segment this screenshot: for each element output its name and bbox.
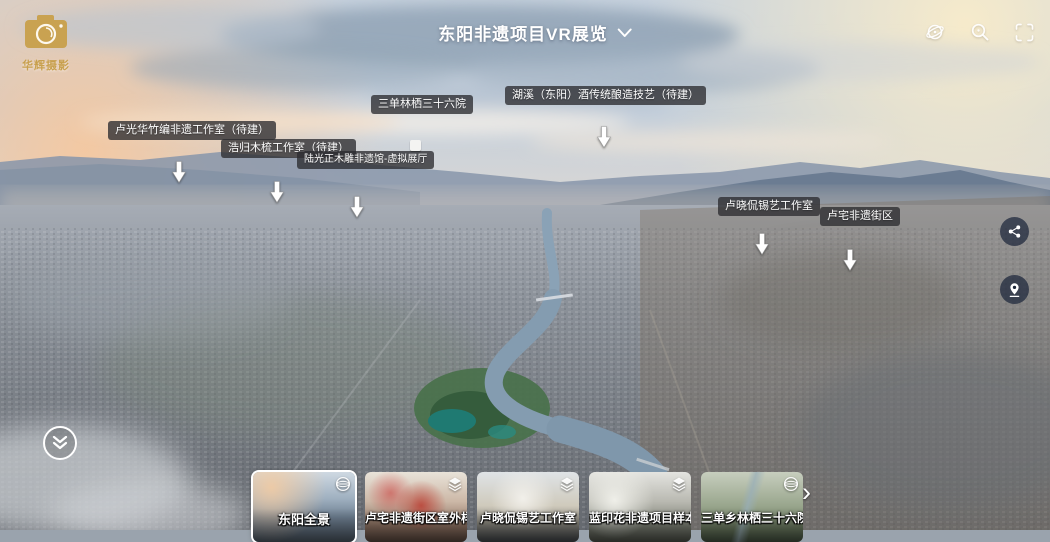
layers-icon — [559, 476, 575, 492]
globe-360-icon — [335, 476, 351, 492]
globe-360-icon — [783, 476, 799, 492]
hotspot-screen-icon[interactable] — [410, 140, 421, 151]
toolbar — [925, 22, 1034, 42]
layers-icon — [447, 476, 463, 492]
share-icon — [1007, 224, 1022, 239]
panorama-background[interactable] — [0, 0, 1050, 530]
carousel-item-luzhai-street[interactable]: 卢宅非遗街区室外样 — [365, 472, 467, 542]
collapse-thumbnails-button[interactable] — [43, 426, 77, 460]
down-arrow-icon[interactable] — [172, 161, 186, 183]
down-arrow-icon[interactable] — [755, 233, 769, 255]
header-title-group[interactable]: 东阳非遗项目VR展览 — [438, 20, 632, 45]
location-icon — [1007, 282, 1022, 298]
thumbnail-label: 卢晓侃锡艺工作室 — [477, 509, 579, 526]
hotspot-label[interactable]: 三单林栖三十六院 — [371, 95, 473, 114]
scene-carousel: 东阳全景 卢宅非遗街区室外样 卢晓侃锡艺工作室 蓝印花非遗项目样本 — [253, 472, 803, 542]
page-title: 东阳非遗项目VR展览 — [438, 20, 608, 45]
thumbnail-label: 三单乡林栖三十六院 — [701, 509, 803, 526]
search-icon[interactable] — [970, 22, 990, 42]
hotspot-label[interactable]: 卢晓侃锡艺工作室 — [718, 197, 820, 216]
share-button[interactable] — [1000, 217, 1029, 246]
down-arrow-icon[interactable] — [270, 181, 284, 203]
thumbnail-label: 蓝印花非遗项目样本 — [589, 509, 691, 526]
fullscreen-icon[interactable] — [1015, 23, 1034, 42]
hotspot-label[interactable]: 卢宅非遗街区 — [820, 207, 900, 226]
down-arrow-icon[interactable] — [843, 249, 857, 271]
brand-name: 华辉摄影 — [16, 57, 76, 73]
carousel-item-luxiaokan-studio[interactable]: 卢晓侃锡艺工作室 — [477, 472, 579, 542]
hotspot-label[interactable]: 卢光华竹编非遗工作室（待建） — [108, 121, 276, 140]
down-arrow-icon[interactable] — [597, 126, 611, 148]
carousel-next-button[interactable]: › — [802, 479, 811, 506]
brand-logo[interactable]: 华辉摄影 — [16, 14, 76, 73]
double-chevron-down-icon — [52, 436, 68, 450]
viewpoint-button[interactable] — [1000, 275, 1029, 304]
carousel-item-dongyang-panorama[interactable]: 东阳全景 — [253, 472, 355, 542]
down-arrow-icon[interactable] — [350, 196, 364, 218]
thumbnail-label: 东阳全景 — [253, 509, 355, 528]
hotspot-label[interactable]: 湖溪（东阳）酒传统酿造技艺（待建） — [505, 86, 706, 105]
thumbnail-label: 卢宅非遗街区室外样 — [365, 509, 467, 526]
carousel-item-sandan-linqi[interactable]: 三单乡林栖三十六院 — [701, 472, 803, 542]
layers-icon — [671, 476, 687, 492]
hotspot-label[interactable]: 陆光正木雕非遗馆-虚拟展厅 — [297, 151, 434, 169]
carousel-item-lanyinhua-samples[interactable]: 蓝印花非遗项目样本 — [589, 472, 691, 542]
gyroscope-icon[interactable] — [925, 22, 945, 42]
camera-icon — [23, 14, 69, 51]
title-dropdown-chevron-icon[interactable] — [617, 28, 632, 38]
